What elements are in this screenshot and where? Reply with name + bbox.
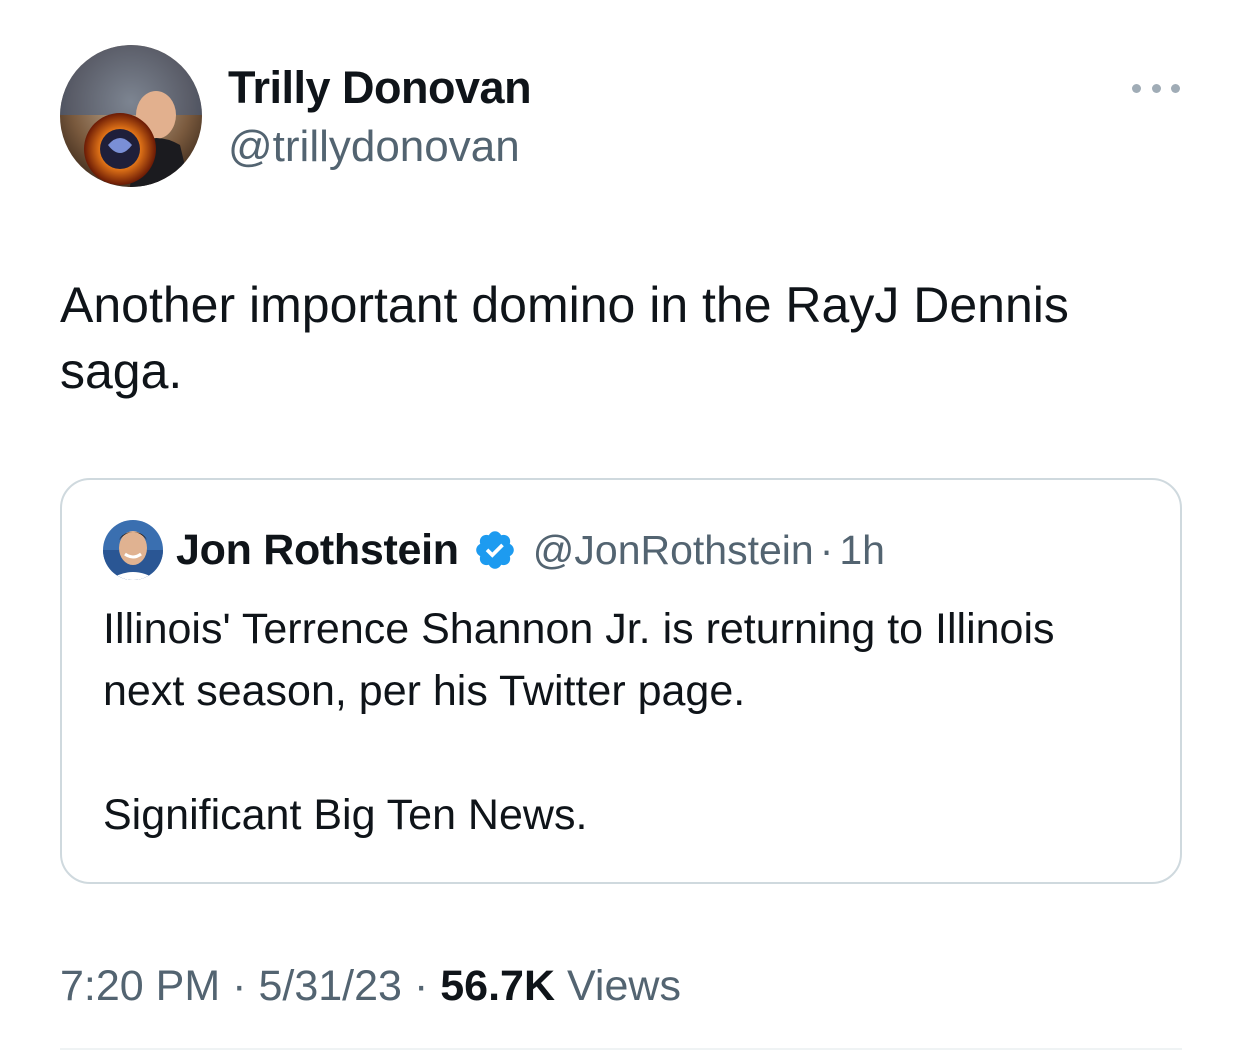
author-name[interactable]: Trilly Donovan xyxy=(228,62,532,114)
quoted-author-handle[interactable]: @JonRothstein xyxy=(533,527,814,574)
views-label: Views xyxy=(567,961,681,1010)
quoted-tweet-card[interactable]: Jon Rothstein @JonRothstein · 1h Illinoi… xyxy=(60,478,1182,884)
tweet-text: Another important domino in the RayJ Den… xyxy=(60,277,1069,399)
separator: · xyxy=(819,526,834,573)
author-avatar[interactable] xyxy=(60,45,202,187)
quoted-tweet-time[interactable]: 1h xyxy=(839,527,885,574)
more-dot xyxy=(1171,83,1180,93)
separator: · xyxy=(232,961,247,1010)
tweet: Trilly Donovan @trillydonovan Another im… xyxy=(0,0,1242,1058)
quoted-author-avatar[interactable] xyxy=(103,520,163,580)
separator: · xyxy=(413,961,429,1010)
quoted-author-name[interactable]: Jon Rothstein xyxy=(176,526,459,575)
verified-badge-icon xyxy=(473,528,517,572)
tweet-meta: 7:20 PM · 5/31/23 · 56.7K Views xyxy=(60,958,681,1014)
quoted-tweet-header: Jon Rothstein @JonRothstein · 1h xyxy=(176,524,885,576)
author-handle[interactable]: @trillydonovan xyxy=(228,122,520,172)
tweet-date[interactable]: 5/31/23 xyxy=(258,962,401,1011)
more-dot xyxy=(1151,83,1161,93)
tweet-time[interactable]: 7:20 PM xyxy=(60,962,220,1011)
quoted-tweet-text: Illinois' Terrence Shannon Jr. is return… xyxy=(103,605,1055,839)
views-count[interactable]: 56.7K xyxy=(440,962,555,1011)
divider xyxy=(60,1048,1182,1050)
more-dot xyxy=(1132,83,1141,93)
more-horizontal-icon[interactable] xyxy=(1132,78,1180,98)
